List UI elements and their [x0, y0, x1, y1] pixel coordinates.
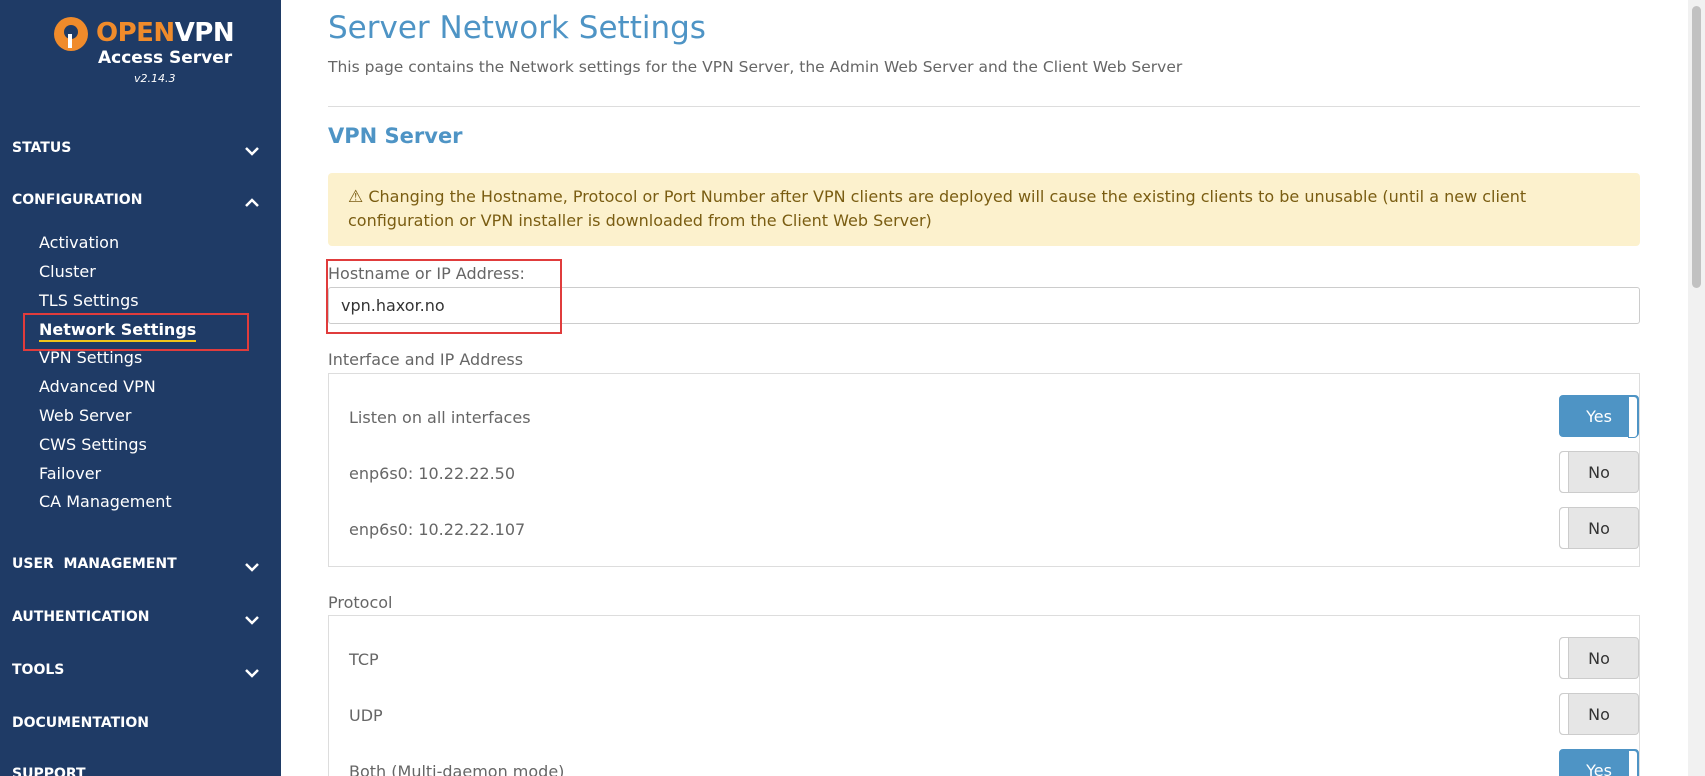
sidebar: OPENVPN Access Server v2.14.3 STATUS CON…	[0, 0, 281, 776]
udp-toggle[interactable]: No	[1559, 693, 1639, 735]
warning-icon: ⚠	[348, 187, 364, 207]
protocol-label: Protocol	[328, 593, 393, 612]
nav-section-label: TOOLS	[12, 662, 65, 678]
openvpn-logo[interactable]: OPENVPN Access Server v2.14.3	[52, 14, 242, 94]
alert-text: Changing the Hostname, Protocol or Port …	[348, 187, 1527, 230]
brand-name: OPENVPN	[96, 18, 235, 48]
chevron-down-icon	[244, 557, 259, 572]
warning-alert: ⚠ Changing the Hostname, Protocol or Por…	[328, 173, 1640, 246]
interface-row: Listen on all interfaces Yes	[329, 393, 1639, 449]
scrollbar-thumb[interactable]	[1692, 6, 1701, 288]
nav-section-configuration[interactable]: CONFIGURATION	[12, 188, 272, 212]
protocol-row: TCP No	[329, 635, 1639, 691]
interface-row: enp6s0: 10.22.22.107 No	[329, 505, 1639, 561]
toggle-label: No	[1588, 648, 1610, 668]
nav-section-label: CONFIGURATION	[12, 192, 143, 208]
nav-section-label: STATUS	[12, 140, 72, 156]
nav-section-authentication[interactable]: AUTHENTICATION	[12, 605, 272, 629]
sidebar-item-tls-settings[interactable]: TLS Settings	[39, 291, 139, 311]
sidebar-item-failover[interactable]: Failover	[39, 464, 101, 484]
interface-panel: Listen on all interfaces Yes enp6s0: 10.…	[328, 373, 1640, 567]
sidebar-item-advanced-vpn[interactable]: Advanced VPN	[39, 377, 156, 397]
version-label: v2.14.3	[134, 72, 176, 85]
brand-open: OPEN	[96, 18, 175, 48]
sidebar-item-cluster[interactable]: Cluster	[39, 262, 96, 282]
divider	[328, 106, 1640, 107]
tcp-toggle[interactable]: No	[1559, 637, 1639, 679]
main-content: Server Network Settings This page contai…	[281, 0, 1705, 776]
nav-section-status[interactable]: STATUS	[12, 136, 272, 160]
sidebar-item-vpn-settings[interactable]: VPN Settings	[39, 348, 142, 368]
nav-section-label: DOCUMENTATION	[12, 715, 149, 731]
keyhole-icon	[68, 34, 72, 48]
toggle-label: No	[1588, 704, 1610, 724]
nav-section-label: AUTHENTICATION	[12, 609, 150, 625]
product-name: Access Server	[98, 48, 233, 68]
hostname-highlight	[326, 259, 562, 334]
interface-row-label: enp6s0: 10.22.22.50	[349, 464, 516, 483]
interface-row: enp6s0: 10.22.22.50 No	[329, 449, 1639, 505]
protocol-row-label: UDP	[349, 706, 383, 725]
nav-section-tools[interactable]: TOOLS	[12, 658, 272, 682]
protocol-row: UDP No	[329, 691, 1639, 747]
chevron-down-icon	[244, 610, 259, 625]
listen-all-interfaces-toggle[interactable]: Yes	[1559, 395, 1639, 438]
protocol-panel: TCP No UDP No Both (Multi-daemon mode) Y…	[328, 615, 1640, 776]
interface-row-label: Listen on all interfaces	[349, 408, 531, 427]
toggle-label: Yes	[1586, 760, 1612, 776]
nav-section-user-management[interactable]: USER MANAGEMENT	[12, 552, 272, 576]
toggle-label: No	[1588, 462, 1610, 482]
nav-section-label: USER MANAGEMENT	[12, 556, 177, 572]
sidebar-item-network-settings[interactable]: Network Settings	[39, 320, 197, 342]
interface-row-label: enp6s0: 10.22.22.107	[349, 520, 526, 539]
protocol-row-label: TCP	[349, 650, 379, 669]
sidebar-item-activation[interactable]: Activation	[39, 233, 119, 253]
multi-daemon-toggle[interactable]: Yes	[1559, 749, 1639, 776]
page-title: Server Network Settings	[328, 10, 706, 46]
sidebar-item-cws-settings[interactable]: CWS Settings	[39, 435, 147, 455]
chevron-down-icon	[244, 663, 259, 678]
toggle-label: Yes	[1586, 406, 1612, 426]
nav-section-label: SUPPORT	[12, 766, 86, 776]
nav-section-documentation[interactable]: DOCUMENTATION	[12, 711, 272, 735]
protocol-row: Both (Multi-daemon mode) Yes	[329, 747, 1639, 776]
sidebar-item-web-server[interactable]: Web Server	[39, 406, 131, 426]
brand-vpn: VPN	[174, 18, 235, 48]
nav-section-support[interactable]: SUPPORT	[12, 762, 272, 776]
sidebar-item-ca-management[interactable]: CA Management	[39, 492, 172, 512]
interface-50-toggle[interactable]: No	[1559, 451, 1639, 493]
interface-107-toggle[interactable]: No	[1559, 507, 1639, 549]
interface-label: Interface and IP Address	[328, 350, 524, 369]
protocol-row-label: Both (Multi-daemon mode)	[349, 762, 565, 776]
section-title: VPN Server	[328, 124, 463, 148]
chevron-down-icon	[244, 141, 259, 156]
chevron-up-icon	[244, 193, 259, 207]
page-description: This page contains the Network settings …	[328, 58, 1183, 76]
toggle-label: No	[1588, 518, 1610, 538]
